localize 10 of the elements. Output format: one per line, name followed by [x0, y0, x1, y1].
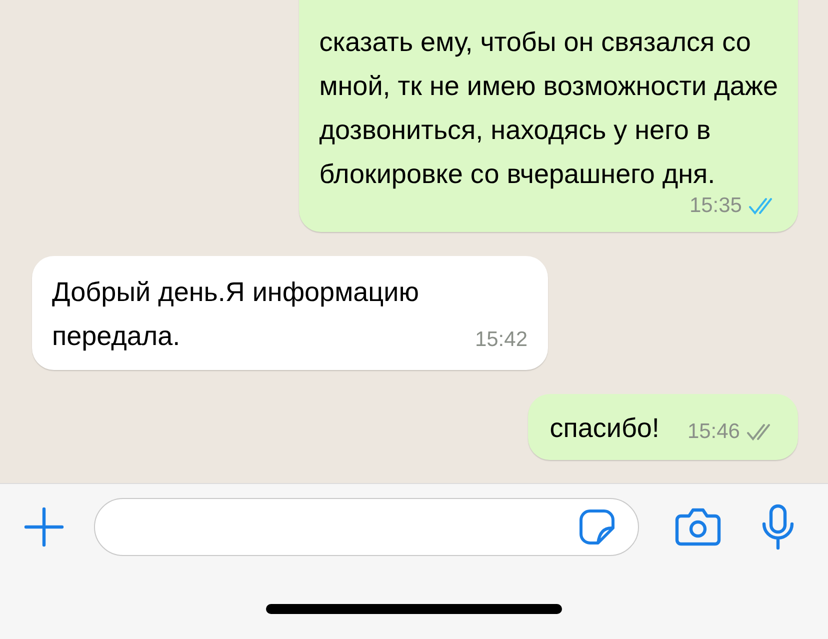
message-text: спасибо! — [550, 412, 660, 445]
add-icon[interactable] — [22, 505, 66, 549]
message-time: 15:46 — [687, 419, 740, 445]
camera-icon[interactable] — [675, 507, 721, 547]
message-time: 15:42 — [474, 327, 528, 353]
sticker-icon[interactable] — [578, 508, 616, 546]
message-time: 15:35 — [689, 193, 742, 219]
microphone-icon[interactable] — [761, 504, 795, 550]
message-text: Добрый день.Я информацию передала. — [52, 276, 419, 353]
message-text: сказать ему, чтобы он связался со мной, тк не имею возможности даже дозвониться, находясь у него в блокировке со вчерашнего дня. — [319, 26, 778, 191]
